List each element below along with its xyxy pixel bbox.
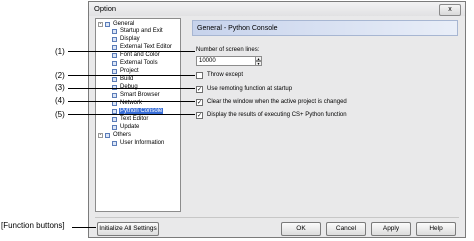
callout-line-4 xyxy=(68,101,195,102)
tree-item[interactable]: Smart Browser xyxy=(120,92,160,99)
screen-lines-label: Number of screen lines: xyxy=(196,47,260,53)
callout-line-function xyxy=(72,227,96,228)
page-icon xyxy=(112,117,117,122)
page-icon xyxy=(112,53,117,58)
close-icon: x xyxy=(448,6,452,13)
spin-down-button[interactable]: ▾ xyxy=(255,61,262,66)
callout-2: (2) xyxy=(55,71,65,80)
collapse-icon[interactable]: - xyxy=(98,133,103,138)
title-bar: Option x xyxy=(89,2,465,16)
close-button[interactable]: x xyxy=(439,4,461,16)
tree-item[interactable]: Update xyxy=(120,124,139,131)
initialize-all-settings-button[interactable]: Initialize All Settings xyxy=(97,222,159,236)
use-remoting-label: Use remoting function at startup xyxy=(207,86,293,92)
callout-3: (3) xyxy=(55,83,65,92)
throw-except-checkbox[interactable] xyxy=(196,72,203,79)
callout-1: (1) xyxy=(55,47,65,56)
panel-header: General - Python Console xyxy=(192,20,458,36)
page-icon xyxy=(112,141,117,146)
callout-line-3 xyxy=(68,88,195,89)
ok-button[interactable]: OK xyxy=(281,222,321,236)
use-remoting-checkbox[interactable]: ✓ xyxy=(196,86,203,93)
tree-item[interactable]: Project xyxy=(120,68,139,75)
screen-lines-input[interactable]: 10000 xyxy=(196,56,256,66)
tree-item[interactable]: Display xyxy=(120,36,140,43)
tree-node-others[interactable]: Others xyxy=(113,132,131,139)
category-tree: - General Startup and Exit Display Exter… xyxy=(95,18,181,212)
tree-item[interactable]: Font and Color xyxy=(120,52,160,59)
folder-icon xyxy=(105,133,110,138)
callout-4: (4) xyxy=(55,96,65,105)
page-icon xyxy=(112,45,117,50)
folder-icon xyxy=(105,22,110,27)
display-results-checkbox[interactable]: ✓ xyxy=(196,112,203,119)
page-icon xyxy=(112,125,117,130)
help-button[interactable]: Help xyxy=(416,222,456,236)
tree-item[interactable]: Build xyxy=(120,76,133,83)
page-icon xyxy=(112,77,117,82)
window-title: Option xyxy=(94,4,117,13)
callout-5: (5) xyxy=(55,110,65,119)
page-icon xyxy=(112,37,117,42)
tree-item[interactable]: External Text Editor xyxy=(120,44,172,51)
tree-item[interactable]: User Information xyxy=(120,140,164,147)
clear-window-checkbox[interactable]: ✓ xyxy=(196,99,203,106)
callout-line-5 xyxy=(68,114,195,115)
cancel-button[interactable]: Cancel xyxy=(326,222,366,236)
clear-window-label: Clear the window when the active project… xyxy=(207,99,347,105)
page-icon xyxy=(112,29,117,34)
page-icon xyxy=(112,69,117,74)
callout-line-1 xyxy=(68,51,195,52)
page-icon xyxy=(112,61,117,66)
tree-item[interactable]: Text Editor xyxy=(120,116,148,123)
callout-function-buttons: [Function buttons] xyxy=(1,221,65,230)
apply-button[interactable]: Apply xyxy=(371,222,411,236)
tree-node-general[interactable]: General xyxy=(113,21,134,28)
collapse-icon[interactable]: - xyxy=(98,22,103,27)
tree-item[interactable]: External Tools xyxy=(120,60,158,67)
option-dialog: Option x - General Startup and Exit Disp… xyxy=(88,1,466,238)
throw-except-label: Throw except xyxy=(207,72,244,78)
smart-browser-icon xyxy=(112,93,117,98)
bottom-divider xyxy=(95,217,459,218)
tree-item[interactable]: Startup and Exit xyxy=(120,28,163,35)
display-results-label: Display the results of executing CS+ Pyt… xyxy=(207,112,347,118)
callout-line-2 xyxy=(68,75,195,76)
